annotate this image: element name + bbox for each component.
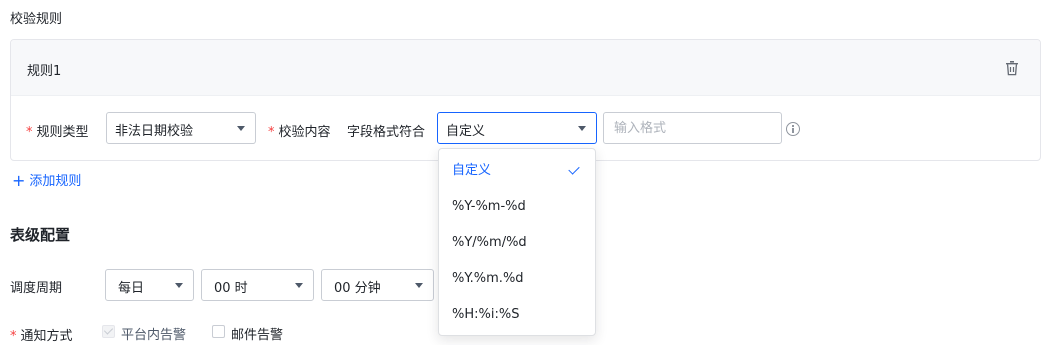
- rule-type-label: * 规则类型: [26, 125, 89, 140]
- format-input[interactable]: [603, 112, 782, 144]
- rule-type-select[interactable]: 非法日期校验: [106, 112, 256, 144]
- chevron-down-icon: [237, 126, 245, 131]
- email-alert-label: 邮件告警: [231, 328, 284, 343]
- rule-card-header: 规则1: [11, 40, 1040, 96]
- chevron-down-icon: [578, 126, 586, 131]
- field-format-label: 字段格式符合: [347, 125, 426, 140]
- chevron-down-icon: [295, 283, 303, 288]
- notify-label: * 通知方式: [10, 329, 73, 344]
- email-alert-checkbox[interactable]: [212, 325, 225, 338]
- add-rule-button[interactable]: + 添加规则: [12, 170, 81, 190]
- format-option[interactable]: %Y.%m.%d: [439, 261, 595, 297]
- platform-alert-checkbox[interactable]: [102, 325, 115, 338]
- validation-rules-title: 校验规则: [10, 12, 63, 27]
- schedule-minute-select[interactable]: 00 分钟: [321, 269, 434, 301]
- format-option[interactable]: %Y-%m-%d: [439, 189, 595, 225]
- platform-alert-label: 平台内告警: [121, 328, 187, 343]
- rule-name: 规则1: [27, 64, 62, 79]
- format-option[interactable]: %Y/%m/%d: [439, 225, 595, 261]
- info-icon[interactable]: [786, 122, 800, 136]
- required-mark: *: [10, 329, 17, 344]
- format-dropdown-menu: 自定义 %Y-%m-%d %Y/%m/%d %Y.%m.%d %H:%i:%S: [438, 148, 596, 336]
- check-icon: [568, 163, 580, 175]
- format-select[interactable]: 自定义: [437, 112, 597, 144]
- schedule-hour-select[interactable]: 00 时: [201, 269, 314, 301]
- format-option[interactable]: 自定义: [439, 153, 595, 189]
- chevron-down-icon: [175, 283, 183, 288]
- format-option[interactable]: %H:%i:%S: [439, 297, 595, 333]
- table-config-title: 表级配置: [10, 226, 71, 244]
- trash-icon[interactable]: [1004, 60, 1020, 76]
- required-mark: *: [268, 125, 275, 140]
- required-mark: *: [26, 125, 33, 140]
- schedule-label: 调度周期: [10, 281, 63, 296]
- plus-icon: +: [12, 171, 26, 190]
- schedule-frequency-select[interactable]: 每日: [105, 269, 194, 301]
- chevron-down-icon: [415, 283, 423, 288]
- validation-content-label: * 校验内容: [268, 125, 331, 140]
